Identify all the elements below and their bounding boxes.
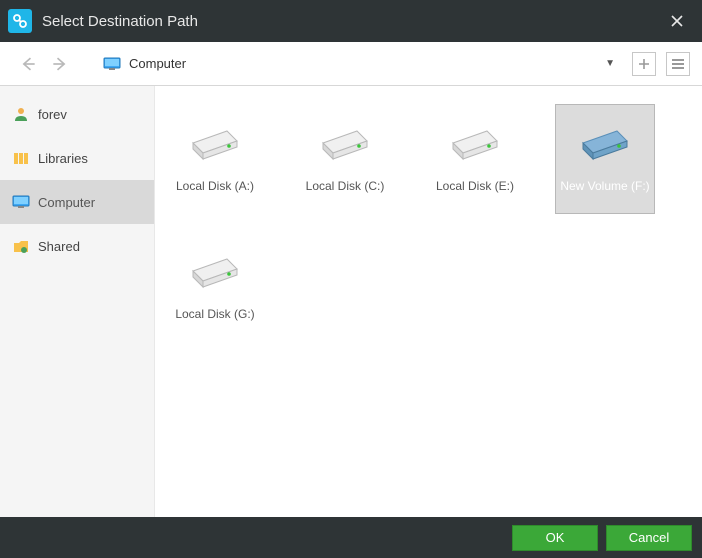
- back-button[interactable]: [14, 50, 42, 78]
- drive-item[interactable]: Local Disk (G:): [165, 232, 265, 342]
- footer: OK Cancel: [0, 517, 702, 558]
- path-label: Computer: [129, 56, 597, 71]
- sidebar-item-label: Computer: [38, 195, 95, 210]
- sidebar-item-libraries[interactable]: Libraries: [0, 136, 154, 180]
- sidebar: forev Libraries Computer Shared: [0, 86, 155, 517]
- path-dropdown[interactable]: Computer ▼: [96, 50, 622, 78]
- drive-item[interactable]: Local Disk (E:): [425, 104, 525, 214]
- drive-item[interactable]: New Volume (F:): [555, 104, 655, 214]
- drive-grid: Local Disk (A:) Local Disk (C:) Local Di…: [155, 86, 702, 517]
- disk-icon: [317, 117, 373, 165]
- view-list-button[interactable]: [666, 52, 690, 76]
- disk-icon: [577, 117, 633, 165]
- drive-item[interactable]: Local Disk (A:): [165, 104, 265, 214]
- new-folder-button[interactable]: [632, 52, 656, 76]
- chevron-down-icon: ▼: [605, 58, 615, 69]
- sidebar-item-shared[interactable]: Shared: [0, 224, 154, 268]
- sidebar-item-label: forev: [38, 107, 67, 122]
- drive-item[interactable]: Local Disk (C:): [295, 104, 395, 214]
- disk-icon: [187, 117, 243, 165]
- drive-label: Local Disk (G:): [175, 307, 254, 321]
- body: forev Libraries Computer Shared Local: [0, 86, 702, 517]
- drive-label: Local Disk (A:): [176, 179, 254, 193]
- user-icon: [12, 105, 30, 123]
- disk-icon: [447, 117, 503, 165]
- titlebar: Select Destination Path: [0, 0, 702, 42]
- toolbar: Computer ▼: [0, 42, 702, 86]
- ok-button[interactable]: OK: [512, 525, 598, 551]
- drive-label: Local Disk (E:): [436, 179, 514, 193]
- library-icon: [12, 149, 30, 167]
- drive-label: New Volume (F:): [560, 179, 649, 193]
- sidebar-item-label: Shared: [38, 239, 80, 254]
- close-button[interactable]: [662, 6, 692, 36]
- sidebar-item-computer[interactable]: Computer: [0, 180, 154, 224]
- sidebar-item-user[interactable]: forev: [0, 92, 154, 136]
- shared-icon: [12, 237, 30, 255]
- computer-icon: [12, 193, 30, 211]
- app-icon: [8, 9, 32, 33]
- cancel-button[interactable]: Cancel: [606, 525, 692, 551]
- forward-button[interactable]: [46, 50, 74, 78]
- computer-icon: [103, 57, 121, 71]
- sidebar-item-label: Libraries: [38, 151, 88, 166]
- drive-label: Local Disk (C:): [306, 179, 385, 193]
- window-title: Select Destination Path: [42, 13, 662, 30]
- disk-icon: [187, 245, 243, 293]
